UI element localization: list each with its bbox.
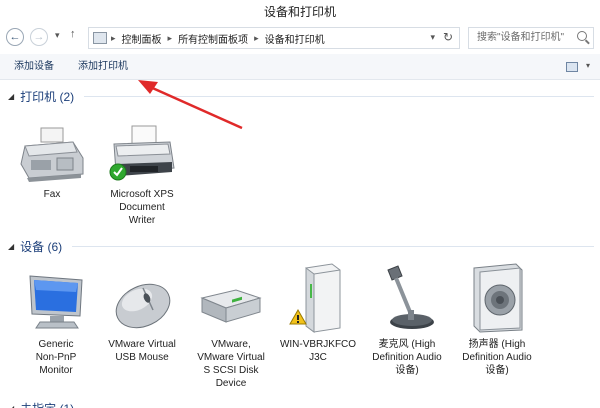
search-placeholder: 搜索"设备和打印机" <box>477 32 565 43</box>
device-label: Non-PnP <box>35 352 77 363</box>
collapse-caret-icon[interactable]: ◢ <box>8 404 14 408</box>
device-item-mouse[interactable]: VMware Virtual USB Mouse <box>100 270 184 364</box>
search-input[interactable]: 搜索"设备和打印机" <box>468 27 594 49</box>
device-label: Definition Audio <box>372 352 442 363</box>
device-label: Document <box>119 202 165 213</box>
device-label: VMware Virtual <box>197 352 265 363</box>
device-label: 扬声器 (High <box>468 339 526 350</box>
device-label: J3C <box>309 352 327 363</box>
view-dropdown-icon[interactable]: ▾ <box>586 61 590 70</box>
breadcrumb-separator-icon: ▸ <box>254 32 259 43</box>
device-item-monitor[interactable]: Generic Non-PnP Monitor <box>18 270 94 377</box>
command-bar: 添加设备 添加打印机 ▾ <box>0 54 600 80</box>
address-bar[interactable]: ▸ 控制面板 ▸ 所有控制面板项 ▸ 设备和打印机 ▾ ↻ <box>88 27 460 49</box>
device-label: VMware Virtual <box>108 339 176 350</box>
mouse-icon <box>107 270 177 334</box>
device-label: Device <box>215 378 247 389</box>
collapse-caret-icon[interactable]: ◢ <box>8 242 14 251</box>
computer-icon <box>286 262 350 334</box>
back-button[interactable]: ← <box>6 28 24 46</box>
device-label: Generic <box>38 339 74 350</box>
device-label: Monitor <box>39 365 73 376</box>
printer-icon <box>106 124 178 184</box>
breadcrumb: ▸ 控制面板 ▸ 所有控制面板项 ▸ 设备和打印机 <box>111 28 325 48</box>
device-label: Definition Audio <box>462 352 532 363</box>
device-item-fax[interactable]: Fax <box>12 124 92 201</box>
devices-section-header[interactable]: ◢ 设备 (6) <box>8 238 62 255</box>
fax-icon <box>17 124 87 184</box>
section-divider <box>72 246 594 247</box>
device-item-xps-writer[interactable]: Microsoft XPS Document Writer <box>100 124 184 227</box>
device-item-speaker[interactable]: 扬声器 (High Definition Audio 设备) <box>452 262 542 377</box>
devices-and-printers-window: 设备和打印机 ← → ▾ ↑ ▸ 控制面板 ▸ 所有控制面板项 ▸ 设备和打印机… <box>0 0 600 408</box>
search-icon[interactable] <box>577 31 587 41</box>
window-title: 设备和打印机 <box>0 0 600 24</box>
up-button[interactable]: ↑ <box>70 28 76 40</box>
device-item-computer[interactable]: WIN-VBRJKFCO J3C <box>276 262 360 364</box>
unspecified-section-title: 未指定 (1) <box>20 400 74 408</box>
add-printer-button[interactable]: 添加打印机 <box>74 54 132 80</box>
address-row: ← → ▾ ↑ ▸ 控制面板 ▸ 所有控制面板项 ▸ 设备和打印机 ▾ ↻ 搜索… <box>0 24 600 52</box>
device-label: Writer <box>128 215 156 226</box>
device-item-microphone[interactable]: 麦克风 (High Definition Audio 设备) <box>360 262 454 377</box>
breadcrumb-devices-printers[interactable]: 设备和打印机 <box>265 31 325 46</box>
control-panel-icon <box>93 32 107 44</box>
breadcrumb-separator-icon: ▸ <box>167 32 173 43</box>
microphone-icon <box>374 262 440 334</box>
device-label: S SCSI Disk <box>203 365 259 376</box>
device-label: VMware, <box>211 339 251 350</box>
printers-section-title: 打印机 (2) <box>20 90 75 104</box>
collapse-caret-icon[interactable]: ◢ <box>8 92 14 101</box>
refresh-icon[interactable]: ↻ <box>443 30 453 44</box>
device-item-scsi-disk[interactable]: VMware, VMware Virtual S SCSI Disk Devic… <box>188 270 274 390</box>
device-label: 麦克风 (High <box>378 339 436 350</box>
address-dropdown-icon[interactable]: ▾ <box>430 32 435 43</box>
forward-button[interactable]: → <box>30 28 48 46</box>
breadcrumb-all-items[interactable]: 所有控制面板项 <box>178 31 248 46</box>
devices-section-title: 设备 (6) <box>20 240 63 254</box>
section-divider <box>84 96 594 97</box>
device-label: Microsoft XPS <box>110 189 174 200</box>
device-label: 设备) <box>485 365 509 376</box>
device-label: WIN-VBRJKFCO <box>279 339 357 350</box>
breadcrumb-control-panel[interactable]: 控制面板 <box>122 31 162 46</box>
breadcrumb-separator-icon: ▸ <box>111 32 116 43</box>
add-device-button[interactable]: 添加设备 <box>10 54 58 80</box>
device-label: 设备) <box>395 365 419 376</box>
printers-section-header[interactable]: ◢ 打印机 (2) <box>8 88 74 105</box>
recent-dropdown-icon[interactable]: ▾ <box>55 30 60 41</box>
device-label: USB Mouse <box>115 352 169 363</box>
speaker-icon <box>466 262 528 334</box>
unspecified-section-header[interactable]: ◢ 未指定 (1) <box>8 400 74 408</box>
monitor-icon <box>24 270 88 334</box>
disk-icon <box>196 270 266 334</box>
view-options-icon[interactable] <box>566 62 578 72</box>
device-label: Fax <box>43 189 61 200</box>
